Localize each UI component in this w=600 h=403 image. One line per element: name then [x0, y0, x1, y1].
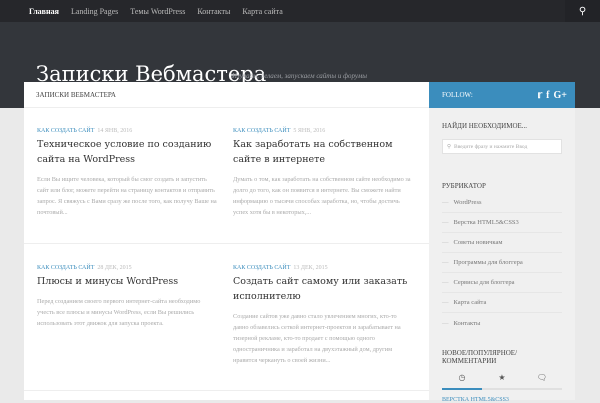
divider [24, 390, 429, 391]
post-excerpt: Если Вы ищите человека, который бы смог … [37, 176, 217, 216]
post-date: 13 ДЕК, 2015 [293, 265, 328, 271]
post-category[interactable]: КАК СОЗДАТЬ САЙТ [37, 128, 94, 134]
post-date: 14 ЯНВ, 2016 [97, 128, 133, 134]
search-widget-title: НАЙДИ НЕОБХОДИМОЕ... [442, 122, 528, 130]
top-nav: Главная Landing Pages Темы WordPress Кон… [0, 0, 600, 22]
divider [24, 243, 429, 244]
site-tagline: Изучаем, делаем, запускаем сайты и форум… [232, 72, 368, 80]
recent-post-category[interactable]: ВЕРСТКА HTML5&CSS3 [442, 397, 562, 403]
post-category[interactable]: КАК СОЗДАТЬ САЙТ [233, 265, 290, 271]
search-icon[interactable]: ⚲ [565, 0, 600, 22]
category-link[interactable]: — Программы для блоггера [442, 253, 562, 273]
follow-bar: FOLLOW: 𝕣 f G+ [429, 82, 575, 108]
post-date: 28 ДЕК, 2015 [97, 265, 132, 271]
post-title[interactable]: Техническое условие по созданию сайта на… [37, 137, 217, 167]
post-card: КАК СОЗДАТЬ САЙТ 13 ДЕК, 2015 Создать сай… [233, 265, 413, 366]
star-icon[interactable]: ★ [482, 373, 522, 388]
post-title[interactable]: Плюсы и минусы WordPress [37, 274, 217, 289]
nav-landing-pages[interactable]: Landing Pages [71, 7, 118, 16]
post-category[interactable]: КАК СОЗДАТЬ САЙТ [233, 128, 290, 134]
tabs-widget-title: НОВОЕ/ПОПУЛЯРНОЕ/КОММЕНТАРИИ [442, 349, 518, 365]
sidebar: FOLLOW: 𝕣 f G+ НАЙДИ НЕОБХОДИМОЕ... ⚲ Введи… [429, 82, 575, 403]
search-input[interactable]: ⚲ Введите фразу и нажмите Ввод [442, 139, 562, 154]
clock-icon[interactable]: ◷ [442, 373, 482, 390]
category-link[interactable]: — WordPress [442, 193, 562, 213]
nav-wordpress-themes[interactable]: Темы WordPress [130, 7, 185, 16]
nav-contacts[interactable]: Контакты [197, 7, 230, 16]
page-heading: ЗАПИСКИ ВЕБМАСТЕРА [24, 82, 429, 108]
categories-title: РУБРИКАТОР [442, 182, 486, 190]
post-title[interactable]: Как заработать на собственном сайте в ин… [233, 137, 413, 167]
category-link[interactable]: — Советы новичкам [442, 233, 562, 253]
category-link[interactable]: — Контакты [442, 313, 562, 333]
post-date: 5 ЯНВ, 2016 [293, 128, 326, 134]
post-excerpt: Думать о том, как заработать на собствен… [233, 176, 411, 216]
twitter-icon[interactable]: 𝕣 [537, 90, 542, 101]
comments-icon[interactable]: 🗨 [522, 373, 562, 388]
nav-home[interactable]: Главная [29, 7, 59, 16]
post-card: КАК СОЗДАТЬ САЙТ 14 ЯНВ, 2016 Техническое… [37, 128, 217, 218]
main-content: ЗАПИСКИ ВЕБМАСТЕРА КАК СОЗДАТЬ САЙТ 14 ЯН… [24, 82, 429, 400]
post-excerpt: Перед созданием своего первого интернет-… [37, 298, 201, 327]
category-link[interactable]: — Сервисы для блоггера [442, 273, 562, 293]
post-card: КАК СОЗДАТЬ САЙТ 28 ДЕК, 2015 Плюсы и мин… [37, 265, 217, 329]
category-link[interactable]: — Верстка HTML5&CSS3 [442, 213, 562, 233]
post-card: КАК СОЗДАТЬ САЙТ 5 ЯНВ, 2016 Как заработа… [233, 128, 413, 218]
nav-sitemap[interactable]: Карта сайта [242, 7, 282, 16]
post-category[interactable]: КАК СОЗДАТЬ САЙТ [37, 265, 94, 271]
facebook-icon[interactable]: f [546, 90, 549, 101]
post-excerpt: Создание сайтов уже давно стало увлечени… [233, 313, 401, 364]
post-title[interactable]: Создать сайт самому или заказать исполни… [233, 274, 413, 304]
search-placeholder: Введите фразу и нажмите Ввод [454, 143, 528, 150]
tabs: ◷ ★ 🗨 [442, 373, 562, 390]
follow-label: FOLLOW: [442, 91, 473, 99]
google-plus-icon[interactable]: G+ [554, 90, 567, 101]
category-link[interactable]: — Карта сайта [442, 293, 562, 313]
search-icon: ⚲ [447, 143, 452, 150]
